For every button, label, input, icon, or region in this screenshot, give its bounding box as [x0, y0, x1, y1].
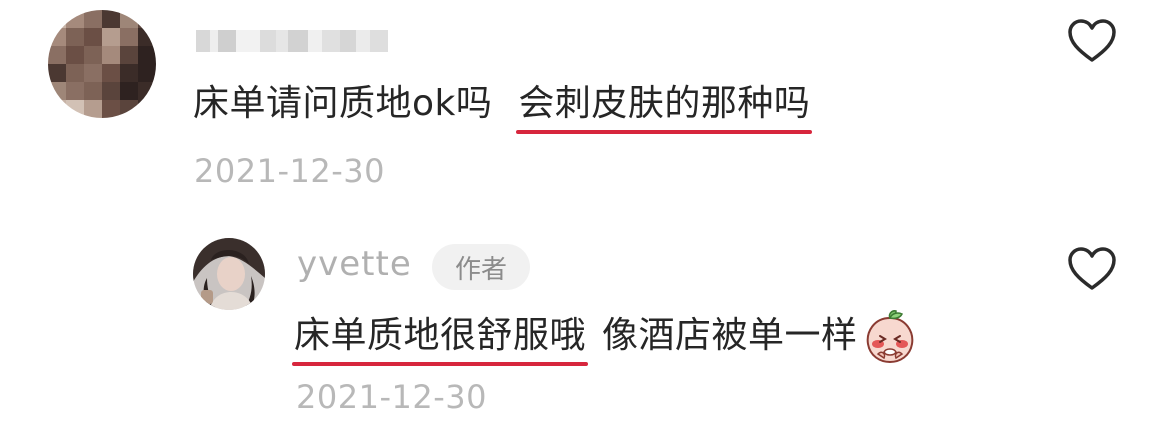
- reply-username[interactable]: yvette: [297, 244, 412, 284]
- avatar-mosaic-tile: [102, 46, 120, 64]
- avatar-mosaic-tile: [48, 28, 66, 46]
- comment-text-plain: 床单请问质地ok吗: [193, 83, 493, 124]
- avatar-mosaic-tile: [138, 28, 156, 46]
- avatar-mosaic-tile: [120, 64, 138, 82]
- avatar-mosaic-tile: [102, 82, 120, 100]
- blurred-name-block: [370, 30, 388, 52]
- avatar-mosaic-tile: [102, 64, 120, 82]
- avatar-mosaic-tile: [138, 82, 156, 100]
- blurred-name-block: [218, 30, 236, 52]
- peach-shy-emoji-icon: [866, 310, 913, 364]
- blurred-name-block: [288, 30, 308, 52]
- avatar-mosaic-tile: [120, 100, 138, 118]
- comment-thread: 床单请问质地ok吗 会刺皮肤的那种吗 2021-12-30 yvette 作者 …: [0, 0, 1170, 429]
- avatar-mosaic-tile: [120, 46, 138, 64]
- avatar-mosaic-tile: [84, 82, 102, 100]
- reply-text: 床单质地很舒服哦 像酒店被单一样: [291, 308, 918, 366]
- avatar-mosaic-tile: [84, 28, 102, 46]
- reply-avatar[interactable]: [193, 238, 265, 310]
- avatar-mosaic-tile: [120, 28, 138, 46]
- avatar-mosaic-tile: [66, 64, 84, 82]
- avatar-mosaic-tile: [102, 28, 120, 46]
- avatar-mosaic-tile: [138, 100, 156, 118]
- blurred-name-block: [210, 30, 218, 52]
- avatar-mosaic-tile: [84, 46, 102, 64]
- blurred-name-block: [260, 30, 276, 52]
- reply-date: 2021-12-30: [296, 378, 487, 416]
- avatar-mosaic-tile: [48, 82, 66, 100]
- avatar-mosaic-tile: [138, 46, 156, 64]
- blurred-name-block: [322, 30, 340, 52]
- avatar-mosaic-tile: [48, 46, 66, 64]
- avatar-mosaic-tile: [138, 10, 156, 28]
- avatar-mosaic-tile: [138, 64, 156, 82]
- avatar-mosaic-tile: [48, 64, 66, 82]
- comment-text: 床单请问质地ok吗 会刺皮肤的那种吗: [193, 80, 813, 134]
- avatar-mosaic-tile: [48, 100, 66, 118]
- avatar-mosaic-tile: [102, 100, 120, 118]
- avatar-mosaic-tile: [66, 28, 84, 46]
- like-heart-icon[interactable]: [1066, 18, 1118, 64]
- blurred-name-block: [236, 30, 260, 52]
- avatar-mosaic-tile: [102, 10, 120, 28]
- avatar-mosaic-tile: [66, 100, 84, 118]
- comment-text-highlight: 会刺皮肤的那种吗: [516, 80, 813, 134]
- blurred-name-block: [340, 30, 356, 52]
- blurred-name-block: [308, 30, 322, 52]
- author-badge: 作者: [432, 244, 530, 290]
- avatar-mosaic-tile: [84, 10, 102, 28]
- avatar-mosaic-tile: [120, 82, 138, 100]
- author-avatar-photo: [193, 238, 265, 310]
- reply-text-highlight: 床单质地很舒服哦: [291, 312, 589, 366]
- blurred-name-block: [276, 30, 288, 52]
- avatar-mosaic-tile: [120, 10, 138, 28]
- avatar-mosaic-tile: [66, 46, 84, 64]
- avatar-mosaic-tile: [84, 100, 102, 118]
- avatar-mosaic-tile: [66, 10, 84, 28]
- commenter-avatar[interactable]: [48, 10, 156, 118]
- blurred-name-block: [196, 30, 210, 52]
- avatar-mosaic-tile: [48, 10, 66, 28]
- commenter-name-blurred[interactable]: [196, 28, 388, 54]
- reply-text-plain: 像酒店被单一样: [602, 315, 858, 356]
- blurred-name-block: [356, 30, 370, 52]
- avatar-mosaic-tile: [84, 64, 102, 82]
- comment-date: 2021-12-30: [194, 152, 385, 190]
- like-heart-icon[interactable]: [1066, 246, 1118, 292]
- avatar-mosaic-tile: [66, 82, 84, 100]
